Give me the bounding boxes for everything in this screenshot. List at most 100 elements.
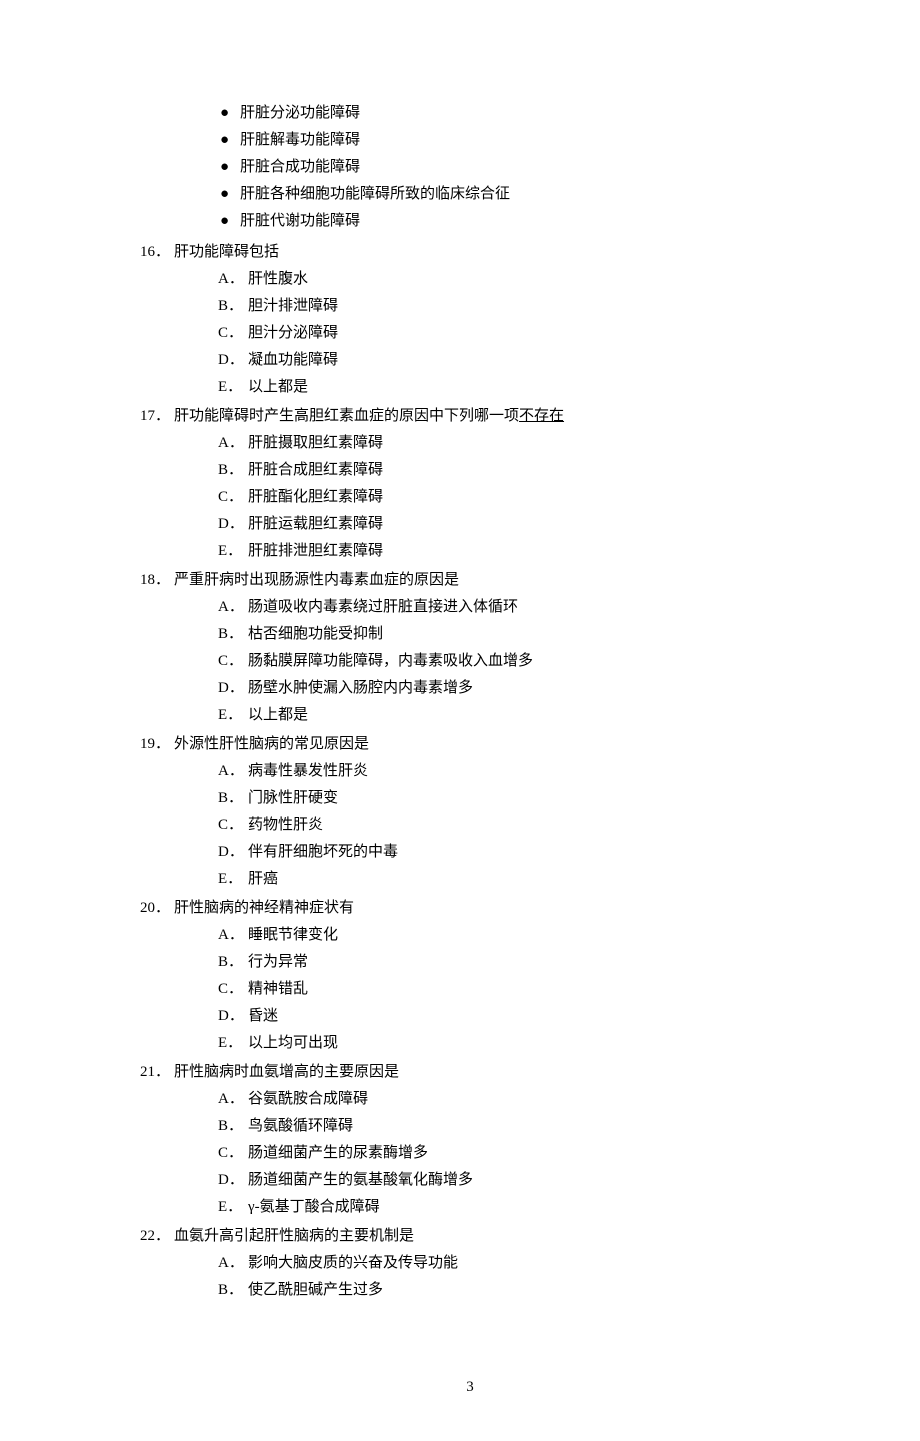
option-text: 胆汁排泄障碍 xyxy=(248,293,338,320)
question-text: 肝性脑病的神经精神症状有 xyxy=(174,895,800,922)
question-stem: 21． 肝性脑病时血氨增高的主要原因是 xyxy=(140,1059,800,1086)
option: D．肠壁水肿使漏入肠腔内内毒素增多 xyxy=(218,675,800,702)
option-label: A． xyxy=(218,430,248,457)
option: C．肠道细菌产生的尿素酶增多 xyxy=(218,1140,800,1167)
option-text: 肝脏合成胆红素障碍 xyxy=(248,457,383,484)
question-18: 18． 严重肝病时出现肠源性内毒素血症的原因是 A．肠道吸收内毒素绕过肝脏直接进… xyxy=(140,567,800,729)
question-21: 21． 肝性脑病时血氨增高的主要原因是 A．谷氨酰胺合成障碍 B．鸟氨酸循环障碍… xyxy=(140,1059,800,1221)
option-text: 肠道细菌产生的尿素酶增多 xyxy=(248,1140,428,1167)
option-label: E． xyxy=(218,866,248,893)
option: B．使乙酰胆碱产生过多 xyxy=(218,1277,800,1304)
bullet-marker-icon: ● xyxy=(220,127,240,154)
option-text: 肝脏运载胆红素障碍 xyxy=(248,511,383,538)
bullet-item: ● 肝脏解毒功能障碍 xyxy=(220,127,800,154)
option: E．以上都是 xyxy=(218,374,800,401)
options-list: A．肝性腹水 B．胆汁排泄障碍 C．胆汁分泌障碍 D．凝血功能障碍 E．以上都是 xyxy=(218,266,800,401)
option-text: 肠道细菌产生的氨基酸氧化酶增多 xyxy=(248,1167,473,1194)
bullet-text: 肝脏各种细胞功能障碍所致的临床综合征 xyxy=(240,181,510,208)
bullet-item: ● 肝脏合成功能障碍 xyxy=(220,154,800,181)
bullet-text: 肝脏代谢功能障碍 xyxy=(240,208,360,235)
option-text: 病毒性暴发性肝炎 xyxy=(248,758,368,785)
option-label: E． xyxy=(218,538,248,565)
bullet-item: ● 肝脏各种细胞功能障碍所致的临床综合征 xyxy=(220,181,800,208)
option: A．病毒性暴发性肝炎 xyxy=(218,758,800,785)
question-stem: 20． 肝性脑病的神经精神症状有 xyxy=(140,895,800,922)
bullet-marker-icon: ● xyxy=(220,181,240,208)
option-text: 肝癌 xyxy=(248,866,278,893)
option-text: 门脉性肝硬变 xyxy=(248,785,338,812)
option-label: E． xyxy=(218,1030,248,1057)
bullet-marker-icon: ● xyxy=(220,154,240,181)
question-number: 21． xyxy=(140,1059,174,1086)
question-text: 肝功能障碍时产生高胆红素血症的原因中下列哪一项不存在 xyxy=(174,403,800,430)
question-number: 22． xyxy=(140,1223,174,1250)
question-20: 20． 肝性脑病的神经精神症状有 A．睡眠节律变化 B．行为异常 C．精神错乱 … xyxy=(140,895,800,1057)
question-stem: 19． 外源性肝性脑病的常见原因是 xyxy=(140,731,800,758)
option: D．昏迷 xyxy=(218,1003,800,1030)
option-label: C． xyxy=(218,320,248,347)
option-label: E． xyxy=(218,702,248,729)
question-text: 血氨升高引起肝性脑病的主要机制是 xyxy=(174,1223,800,1250)
option-label: A． xyxy=(218,758,248,785)
option-label: E． xyxy=(218,374,248,401)
option-label: D． xyxy=(218,1167,248,1194)
option-label: D． xyxy=(218,347,248,374)
option-text: 肝脏酯化胆红素障碍 xyxy=(248,484,383,511)
option: A．肝脏摄取胆红素障碍 xyxy=(218,430,800,457)
option-text: 胆汁分泌障碍 xyxy=(248,320,338,347)
question-number: 18． xyxy=(140,567,174,594)
question-17: 17． 肝功能障碍时产生高胆红素血症的原因中下列哪一项不存在 A．肝脏摄取胆红素… xyxy=(140,403,800,565)
option-text: 鸟氨酸循环障碍 xyxy=(248,1113,353,1140)
option-text: γ-氨基丁酸合成障碍 xyxy=(248,1194,380,1221)
option-label: B． xyxy=(218,293,248,320)
option-label: B． xyxy=(218,1277,248,1304)
bullet-item: ● 肝脏代谢功能障碍 xyxy=(220,208,800,235)
option: E．肝脏排泄胆红素障碍 xyxy=(218,538,800,565)
option: E．以上均可出现 xyxy=(218,1030,800,1057)
option-label: A． xyxy=(218,1250,248,1277)
option-text: 肝脏摄取胆红素障碍 xyxy=(248,430,383,457)
option-label: A． xyxy=(218,266,248,293)
question-text: 外源性肝性脑病的常见原因是 xyxy=(174,731,800,758)
option-label: B． xyxy=(218,621,248,648)
option: C．胆汁分泌障碍 xyxy=(218,320,800,347)
option: B．枯否细胞功能受抑制 xyxy=(218,621,800,648)
question-22: 22． 血氨升高引起肝性脑病的主要机制是 A．影响大脑皮质的兴奋及传导功能 B．… xyxy=(140,1223,800,1304)
question-stem: 17． 肝功能障碍时产生高胆红素血症的原因中下列哪一项不存在 xyxy=(140,403,800,430)
option-label: C． xyxy=(218,976,248,1003)
question-number: 19． xyxy=(140,731,174,758)
option-text: 以上都是 xyxy=(248,374,308,401)
option-label: C． xyxy=(218,812,248,839)
option: A．肝性腹水 xyxy=(218,266,800,293)
option: A．肠道吸收内毒素绕过肝脏直接进入体循环 xyxy=(218,594,800,621)
bullet-list: ● 肝脏分泌功能障碍 ● 肝脏解毒功能障碍 ● 肝脏合成功能障碍 ● 肝脏各种细… xyxy=(220,100,800,235)
options-list: A．谷氨酰胺合成障碍 B．鸟氨酸循环障碍 C．肠道细菌产生的尿素酶增多 D．肠道… xyxy=(218,1086,800,1221)
option-label: B． xyxy=(218,457,248,484)
option-text: 影响大脑皮质的兴奋及传导功能 xyxy=(248,1250,458,1277)
option-text: 昏迷 xyxy=(248,1003,278,1030)
option: B．门脉性肝硬变 xyxy=(218,785,800,812)
option-text: 肠道吸收内毒素绕过肝脏直接进入体循环 xyxy=(248,594,518,621)
option-label: A． xyxy=(218,594,248,621)
option-text: 肠黏膜屏障功能障碍，内毒素吸收入血增多 xyxy=(248,648,533,675)
option-label: D． xyxy=(218,839,248,866)
question-number: 16． xyxy=(140,239,174,266)
bullet-marker-icon: ● xyxy=(220,100,240,127)
option: A．谷氨酰胺合成障碍 xyxy=(218,1086,800,1113)
option-label: B． xyxy=(218,785,248,812)
option-text: 肝脏排泄胆红素障碍 xyxy=(248,538,383,565)
question-number: 17． xyxy=(140,403,174,430)
option: B．肝脏合成胆红素障碍 xyxy=(218,457,800,484)
option: D．伴有肝细胞坏死的中毒 xyxy=(218,839,800,866)
option: D．肝脏运载胆红素障碍 xyxy=(218,511,800,538)
bullet-marker-icon: ● xyxy=(220,208,240,235)
option: C．肠黏膜屏障功能障碍，内毒素吸收入血增多 xyxy=(218,648,800,675)
options-list: A．睡眠节律变化 B．行为异常 C．精神错乱 D．昏迷 E．以上均可出现 xyxy=(218,922,800,1057)
options-list: A．病毒性暴发性肝炎 B．门脉性肝硬变 C．药物性肝炎 D．伴有肝细胞坏死的中毒… xyxy=(218,758,800,893)
question-16: 16． 肝功能障碍包括 A．肝性腹水 B．胆汁排泄障碍 C．胆汁分泌障碍 D．凝… xyxy=(140,239,800,401)
option-label: D． xyxy=(218,675,248,702)
option: B．行为异常 xyxy=(218,949,800,976)
question-19: 19． 外源性肝性脑病的常见原因是 A．病毒性暴发性肝炎 B．门脉性肝硬变 C．… xyxy=(140,731,800,893)
option-label: B． xyxy=(218,1113,248,1140)
bullet-text: 肝脏分泌功能障碍 xyxy=(240,100,360,127)
